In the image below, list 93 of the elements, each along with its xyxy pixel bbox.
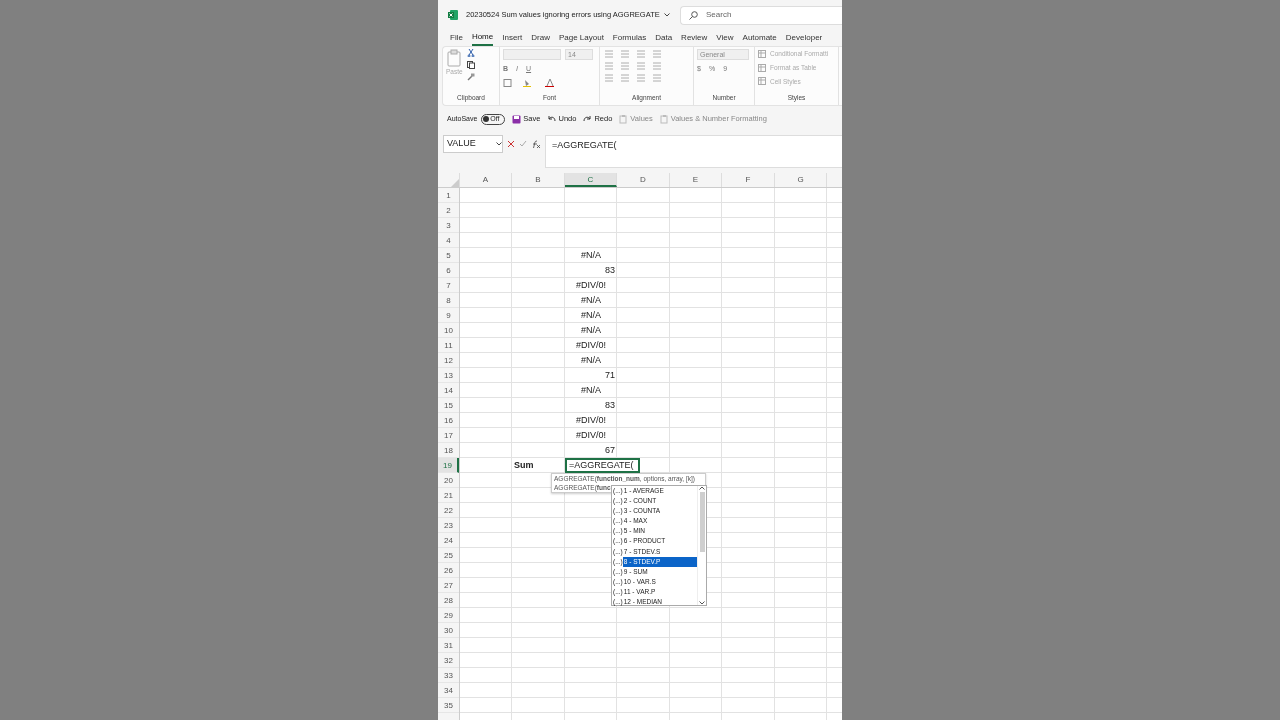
table-cell-text: #N/A (580, 384, 602, 397)
ribbon-tab[interactable]: Review (681, 30, 708, 46)
table-cell-text: Sum (513, 459, 535, 472)
column-header[interactable]: E (670, 173, 722, 187)
table-cell-text: 71 (604, 369, 616, 382)
ribbon-tab[interactable]: Formulas (612, 30, 647, 46)
ribbon-tab[interactable]: Draw (531, 30, 550, 46)
chevron-down-icon (496, 142, 502, 146)
row-header[interactable]: 33 (438, 668, 459, 683)
clipboard-icon[interactable] (446, 49, 463, 67)
table-cell-text: #N/A (580, 354, 602, 367)
row-header[interactable]: 29 (438, 608, 459, 623)
ribbon-tab[interactable]: Page Layout (558, 30, 604, 46)
table-cell-text: #N/A (580, 309, 602, 322)
row-header[interactable]: 14 (438, 383, 459, 398)
row-header[interactable]: 8 (438, 293, 459, 308)
row-header[interactable]: 2 (438, 203, 459, 218)
save-icon (512, 114, 522, 124)
ribbon-tab[interactable]: View (716, 30, 734, 46)
scissors-icon[interactable] (466, 49, 475, 57)
row-header[interactable]: 26 (438, 563, 459, 578)
table-cell-text: 83 (604, 399, 616, 412)
table-style-icon[interactable] (758, 49, 766, 58)
name-box[interactable]: VALUE (443, 135, 503, 153)
row-header[interactable]: 27 (438, 578, 459, 593)
row-header[interactable]: 23 (438, 518, 459, 533)
table-cell-text: #DIV/0! (575, 279, 607, 292)
scrollbar[interactable] (697, 486, 706, 605)
table-cell-text: #DIV/0! (575, 414, 607, 427)
formula-field[interactable]: =AGGREGATE( (545, 135, 842, 168)
excel-logo-icon[interactable] (448, 10, 458, 20)
row-header[interactable]: 7 (438, 278, 459, 293)
row-header[interactable]: 15 (438, 398, 459, 413)
table-cell-text: #DIV/0! (575, 339, 607, 352)
scroll-down-icon[interactable] (699, 601, 705, 605)
search-icon (689, 10, 698, 20)
row-header[interactable]: 25 (438, 548, 459, 563)
values-icon (659, 114, 669, 124)
row-header[interactable]: 12 (438, 353, 459, 368)
row-header[interactable]: 4 (438, 233, 459, 248)
table-cell-text: #N/A (580, 294, 602, 307)
row-header[interactable]: 19 (438, 458, 459, 473)
row-header[interactable]: 10 (438, 323, 459, 338)
scroll-up-icon[interactable] (699, 486, 705, 490)
values-icon (619, 114, 629, 124)
table-style-icon[interactable] (758, 63, 766, 72)
row-header[interactable]: 11 (438, 338, 459, 353)
row-header[interactable]: 24 (438, 533, 459, 548)
undo-icon (547, 114, 557, 124)
row-header[interactable]: 5 (438, 248, 459, 263)
redo-icon (583, 114, 593, 124)
row-header[interactable]: 32 (438, 653, 459, 668)
row-header[interactable]: 20 (438, 473, 459, 488)
column-header[interactable]: G (775, 173, 827, 187)
table-style-icon[interactable] (758, 77, 766, 86)
column-header[interactable]: A (460, 173, 512, 187)
row-header[interactable]: 22 (438, 503, 459, 518)
row-header[interactable]: 34 (438, 683, 459, 698)
row-header[interactable]: 3 (438, 218, 459, 233)
chevron-down-icon[interactable] (663, 13, 670, 17)
row-header[interactable]: 13 (438, 368, 459, 383)
brush-icon[interactable] (466, 73, 475, 81)
table-cell[interactable]: =AGGREGATE( (565, 458, 640, 473)
row-header[interactable]: 30 (438, 623, 459, 638)
font-name-field[interactable] (503, 49, 561, 60)
column-header[interactable]: F (722, 173, 775, 187)
search-field[interactable]: Search (680, 5, 842, 25)
check-icon[interactable] (519, 140, 527, 148)
row-header[interactable]: 21 (438, 488, 459, 503)
row-header[interactable]: 16 (438, 413, 459, 428)
column-header[interactable]: D (617, 173, 670, 187)
table-cell-text: #DIV/0! (575, 429, 607, 442)
ribbon-tab[interactable]: File (450, 30, 463, 46)
function-icon[interactable] (531, 139, 541, 149)
row-header[interactable]: 31 (438, 638, 459, 653)
row-header[interactable]: 9 (438, 308, 459, 323)
row-header[interactable]: 28 (438, 593, 459, 608)
ribbon-tab[interactable]: Insert (502, 30, 523, 46)
table-cell-text: 67 (604, 444, 616, 457)
cancel-icon[interactable] (507, 140, 515, 148)
table-cell-text: #N/A (580, 324, 602, 337)
ribbon-tab[interactable]: Data (655, 30, 673, 46)
row-header[interactable]: 1 (438, 188, 459, 203)
column-header[interactable]: C (565, 173, 617, 187)
table-cell-text: 83 (604, 264, 616, 277)
ribbon-tab[interactable]: Developer (785, 30, 823, 46)
row-header[interactable]: 17 (438, 428, 459, 443)
table-cell-text: #N/A (580, 249, 602, 262)
row-header[interactable]: 6 (438, 263, 459, 278)
copy-icon[interactable] (466, 61, 475, 69)
ribbon-tab[interactable]: Automate (742, 30, 777, 46)
row-header[interactable]: 35 (438, 698, 459, 713)
scrollbar-thumb[interactable] (699, 492, 705, 552)
